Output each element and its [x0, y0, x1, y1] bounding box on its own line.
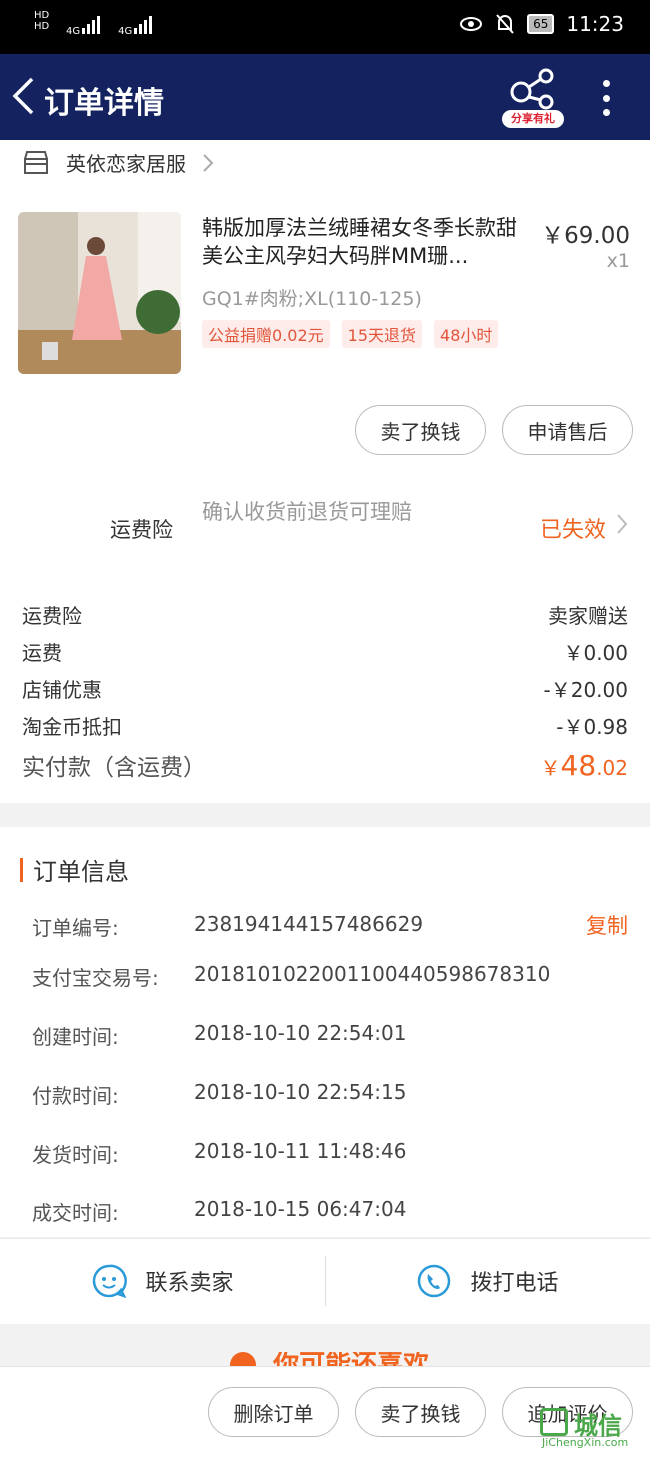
info-label: 付款时间:	[32, 1084, 119, 1108]
sell-button[interactable]: 卖了换钱	[355, 405, 486, 455]
section-accent-bar	[20, 857, 23, 882]
info-value: 238194144157486629	[194, 912, 424, 936]
nav-bar: 订单详情 分享有礼	[0, 54, 650, 140]
tag-shipping: 48小时	[434, 320, 499, 348]
delete-order-button[interactable]: 删除订单	[208, 1387, 339, 1437]
battery-icon: 65	[527, 14, 555, 34]
shop-link[interactable]: 英依恋家居服	[22, 148, 214, 177]
copy-button[interactable]: 复制	[586, 910, 628, 940]
watermark-icon	[540, 1408, 568, 1436]
info-label: 成交时间:	[32, 1201, 119, 1225]
info-value: 2018-10-15 06:47:04	[194, 1197, 407, 1221]
signal-2: 4G	[118, 14, 153, 37]
back-arrow-icon[interactable]	[10, 76, 36, 116]
watermark-url: JiChengXin.com	[542, 1436, 629, 1449]
info-value: 2018-10-11 11:48:46	[194, 1139, 407, 1163]
bell-muted-icon	[496, 14, 514, 34]
signal-bars-icon	[134, 14, 153, 34]
signal-bars-icon	[82, 14, 101, 34]
insurance-label: 运费险	[110, 518, 173, 542]
tag-charity: 公益捐赠0.02元	[202, 320, 330, 348]
tag-return: 15天退货	[341, 320, 423, 348]
product-price: ￥69.00	[541, 223, 630, 249]
store-icon	[24, 150, 48, 174]
shop-name: 英依恋家居服	[66, 152, 186, 176]
share-button[interactable]: 分享有礼	[502, 68, 564, 128]
fee-value: 卖家赠送	[548, 604, 628, 628]
fee-label: 店铺优惠	[22, 678, 102, 702]
fee-value: ￥0.00	[563, 641, 628, 665]
fee-label: 运费	[22, 641, 62, 665]
fee-row: 运费 ￥0.00	[22, 637, 628, 666]
network-label-1: 4G	[66, 26, 81, 37]
recommend-title: 你可能还喜欢	[273, 1352, 429, 1366]
heart-icon	[230, 1352, 256, 1366]
fee-row: 淘金币抵扣 -￥0.98	[22, 711, 628, 740]
more-menu-icon[interactable]	[598, 80, 614, 116]
network-label-2: 4G	[118, 26, 133, 37]
info-label: 发货时间:	[32, 1143, 119, 1167]
info-value: 2018-10-10 22:54:15	[194, 1080, 407, 1104]
total-currency: ￥	[540, 756, 561, 780]
total-label: 实付款（含运费）	[22, 755, 206, 781]
fee-row: 店铺优惠 -￥20.00	[22, 674, 628, 703]
total-amount: ￥48.02	[541, 749, 628, 782]
recommend-header: 你可能还喜欢	[230, 1352, 470, 1366]
contact-seller-button[interactable]: 联系卖家	[0, 1238, 325, 1324]
watermark-logo: 城信 JiChengXin.com	[528, 1404, 648, 1449]
fee-row: 运费险 卖家赠送	[22, 600, 628, 629]
footer-sell-button[interactable]: 卖了换钱	[355, 1387, 486, 1437]
product-sku: GQ1#肉粉;XL(110-125)	[202, 288, 422, 310]
info-label: 创建时间:	[32, 1025, 119, 1049]
chevron-right-icon	[617, 514, 628, 534]
insurance-desc: 确认收货前退货可理赔	[202, 500, 412, 524]
fee-label: 运费险	[22, 604, 82, 628]
page-title: 订单详情	[44, 86, 164, 121]
share-gift-label: 分享有礼	[502, 110, 564, 128]
info-label: 支付宝交易号:	[32, 966, 159, 990]
service-tags: 公益捐赠0.02元 15天退货 48小时	[202, 320, 499, 348]
after-sale-button[interactable]: 申请售后	[502, 405, 633, 455]
signal-group: 4G 4G	[66, 14, 153, 37]
product-image	[18, 212, 181, 374]
hd-label-1: HD	[34, 10, 50, 21]
share-icon	[510, 68, 554, 110]
contact-seller-label: 联系卖家	[145, 1271, 234, 1296]
insurance-status[interactable]: 已失效	[540, 512, 606, 544]
total-decimal: .02	[596, 756, 628, 780]
phone-icon	[418, 1264, 451, 1298]
product-quantity: x1	[606, 250, 630, 272]
order-info-title: 订单信息	[33, 858, 129, 886]
chevron-right-icon	[203, 153, 214, 172]
clock: 11:23	[566, 12, 624, 36]
fee-value: -￥20.00	[543, 678, 628, 702]
hd-indicators: HD HD	[34, 10, 49, 32]
signal-1: 4G	[66, 14, 101, 37]
info-value: 2018101022001100440598678310	[194, 962, 551, 986]
info-value: 2018-10-10 22:54:01	[194, 1021, 407, 1045]
eye-icon	[460, 17, 483, 31]
hd-label-2: HD	[34, 21, 50, 32]
product-thumbnail[interactable]	[18, 212, 181, 374]
fee-label: 淘金币抵扣	[22, 715, 122, 739]
status-bar: HD HD 4G 4G 65 11:23	[0, 0, 650, 54]
fee-value: -￥0.98	[556, 715, 628, 739]
product-name[interactable]: 韩版加厚法兰绒睡裙女冬季长款甜美公主风孕妇大码胖MM珊...	[202, 214, 537, 270]
status-right: 65 11:23	[459, 12, 624, 36]
total-row: 实付款（含运费） ￥48.02	[22, 748, 628, 782]
call-button[interactable]: 拨打电话	[325, 1238, 650, 1324]
call-label: 拨打电话	[470, 1271, 559, 1296]
chat-bubble-icon	[93, 1264, 128, 1299]
order-info-header: 订单信息	[20, 852, 129, 887]
total-integer: 48	[560, 749, 597, 782]
info-label: 订单编号:	[32, 916, 119, 940]
